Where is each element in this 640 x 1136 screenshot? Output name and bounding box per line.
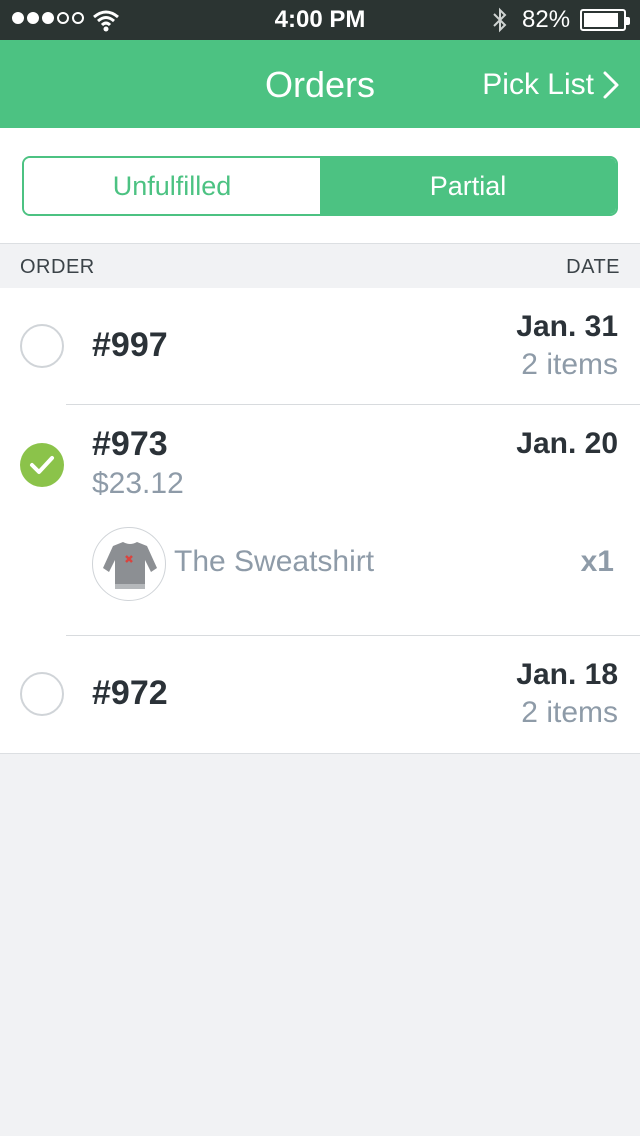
- checkmark-icon: [30, 456, 54, 474]
- order-items: 2 items: [521, 696, 618, 729]
- battery-icon: [580, 9, 630, 31]
- order-items: 2 items: [521, 348, 618, 381]
- select-radio[interactable]: [20, 324, 64, 368]
- battery-percent: 82%: [522, 6, 571, 33]
- segment-partial[interactable]: Partial: [320, 158, 616, 214]
- column-header-order: ORDER: [20, 256, 95, 278]
- line-item-name: The Sweatshirt: [174, 545, 375, 578]
- segment-unfulfilled[interactable]: Unfulfilled: [24, 158, 320, 214]
- order-price: $23.12: [92, 467, 184, 500]
- order-number: #972: [92, 674, 168, 712]
- order-row[interactable]: #972 Jan. 18 2 items: [0, 636, 640, 753]
- order-number: #997: [92, 326, 168, 364]
- chevron-right-icon: [603, 71, 619, 99]
- sweatshirt-image: [92, 527, 166, 601]
- order-date: Jan. 20: [516, 427, 618, 460]
- column-header-date: DATE: [566, 256, 620, 278]
- selected-check[interactable]: [20, 443, 64, 487]
- nav-bar: Orders Pick List: [0, 40, 640, 128]
- order-date: Jan. 31: [516, 310, 618, 343]
- column-header: ORDER DATE: [0, 245, 640, 288]
- order-row[interactable]: #997 Jan. 31 2 items: [0, 288, 640, 405]
- segment-container: Unfulfilled Partial: [0, 128, 640, 244]
- order-number: #973: [92, 425, 168, 463]
- order-list: #997 Jan. 31 2 items #973 $23.12 Jan. 20…: [0, 288, 640, 754]
- select-radio[interactable]: [20, 672, 64, 716]
- status-bar: 4:00 PM 82%: [0, 0, 640, 40]
- order-date: Jan. 18: [516, 658, 618, 691]
- segmented-control: Unfulfilled Partial: [22, 156, 618, 216]
- pick-list-label: Pick List: [482, 68, 594, 101]
- bluetooth-icon: [493, 7, 507, 33]
- order-row[interactable]: #973 $23.12 Jan. 20 The Sweatshirt x1: [0, 405, 640, 636]
- pick-list-button[interactable]: Pick List: [482, 68, 620, 102]
- line-item-quantity: x1: [580, 545, 614, 578]
